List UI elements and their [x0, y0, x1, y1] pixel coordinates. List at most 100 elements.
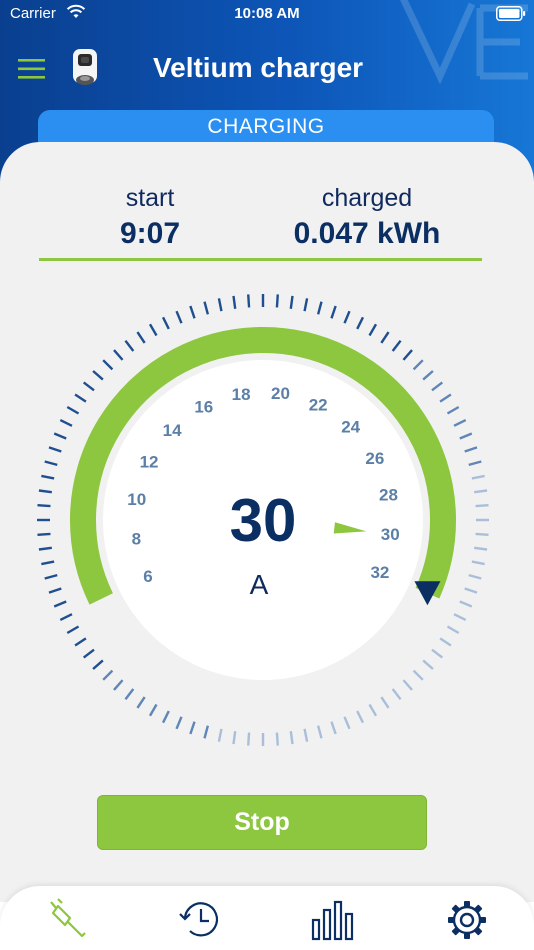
outer-tick [247, 294, 251, 308]
history-icon [179, 902, 219, 937]
outer-tick [356, 710, 365, 724]
outer-tick [217, 298, 223, 312]
outer-tick [475, 532, 489, 536]
outer-tick [380, 696, 390, 709]
bottom-tab-bar [0, 886, 534, 950]
outer-tick [217, 728, 223, 742]
outer-tick [422, 659, 434, 670]
charging-plug-icon [50, 898, 86, 938]
gauge-scale-label: 22 [309, 396, 328, 415]
outer-tick [113, 679, 124, 691]
outer-tick [459, 432, 473, 440]
outer-tick [412, 669, 424, 681]
outer-tick [439, 637, 452, 647]
outer-tick [203, 725, 210, 739]
outer-tick [471, 474, 485, 480]
outer-tick [289, 731, 294, 745]
outer-tick [356, 316, 365, 330]
outer-tick [148, 703, 158, 717]
tab-settings[interactable] [442, 898, 492, 942]
current-value: 30 [230, 487, 297, 554]
outer-tick [343, 310, 351, 324]
outer-tick [66, 625, 80, 635]
gauge-scale-label: 24 [341, 418, 360, 437]
outer-tick [113, 349, 124, 361]
outer-tick [303, 728, 309, 742]
outer-tick [422, 370, 434, 381]
gauge-scale-label: 12 [140, 453, 159, 472]
gauge-scale-label: 20 [271, 384, 290, 403]
outer-tick [102, 669, 114, 681]
outer-tick [189, 305, 196, 319]
outer-tick [48, 587, 62, 594]
outer-tick [412, 359, 424, 371]
current-unit: A [250, 569, 269, 600]
outer-tick [161, 710, 170, 724]
current-gauge[interactable]: 68 10 1214 16 18 20 22 24 26 28 30 32 30 A [0, 0, 534, 780]
gauge-scale-label: 8 [132, 529, 141, 548]
outer-tick [275, 732, 279, 746]
outer-tick [431, 648, 444, 659]
gauge-scale-label: 18 [232, 385, 251, 404]
outer-tick [380, 331, 390, 344]
outer-tick [391, 688, 402, 701]
outer-tick [53, 600, 67, 608]
outer-tick [453, 613, 467, 622]
gauge-scale-label: 16 [194, 398, 213, 417]
outer-tick [343, 716, 351, 730]
outer-tick [136, 696, 146, 709]
outer-tick [474, 546, 488, 551]
outer-tick [38, 546, 52, 551]
outer-tick [82, 381, 95, 392]
outer-tick [37, 532, 51, 536]
outer-tick [275, 294, 279, 308]
gauge-scale-label: 28 [379, 486, 398, 505]
outer-tick [44, 460, 58, 467]
gauge-scale-label: 30 [381, 525, 400, 544]
outer-tick [446, 405, 460, 415]
tab-history[interactable] [176, 898, 226, 942]
outer-tick [464, 587, 478, 594]
stop-button[interactable]: Stop [97, 795, 427, 850]
outer-tick [316, 301, 323, 315]
outer-tick [189, 721, 196, 735]
outer-tick [391, 339, 402, 352]
outer-tick [74, 393, 87, 403]
outer-tick [44, 573, 58, 580]
gauge-scale-label: 14 [163, 421, 182, 440]
gauge-scale-label: 10 [127, 490, 146, 509]
tab-statistics[interactable] [310, 898, 360, 942]
outer-tick [368, 323, 378, 337]
outer-tick [203, 301, 210, 315]
outer-tick [402, 679, 413, 691]
outer-tick [124, 688, 135, 701]
outer-tick [453, 418, 467, 427]
outer-tick [232, 295, 237, 309]
gauge-scale-label: 26 [365, 449, 384, 468]
outer-tick [232, 731, 237, 745]
outer-tick [446, 625, 460, 635]
outer-tick [41, 560, 55, 566]
outer-tick [92, 659, 104, 670]
outer-tick [368, 703, 378, 717]
gauge-scale-label: 32 [370, 563, 389, 582]
outer-tick [161, 316, 170, 330]
outer-tick [66, 405, 80, 415]
tab-charging[interactable] [44, 898, 94, 942]
outer-tick [175, 310, 183, 324]
outer-tick [439, 393, 452, 403]
outer-tick [124, 339, 135, 352]
outer-tick [468, 460, 482, 467]
outer-tick [468, 573, 482, 580]
outer-tick [303, 298, 309, 312]
outer-tick [247, 732, 251, 746]
outer-tick [431, 381, 444, 392]
outer-tick [59, 613, 73, 622]
outer-tick [330, 721, 337, 735]
outer-tick [289, 295, 294, 309]
outer-tick [136, 331, 146, 344]
statistics-icon [311, 900, 354, 941]
gauge-scale-label: 6 [143, 567, 152, 586]
outer-tick [471, 560, 485, 566]
outer-tick [102, 359, 114, 371]
